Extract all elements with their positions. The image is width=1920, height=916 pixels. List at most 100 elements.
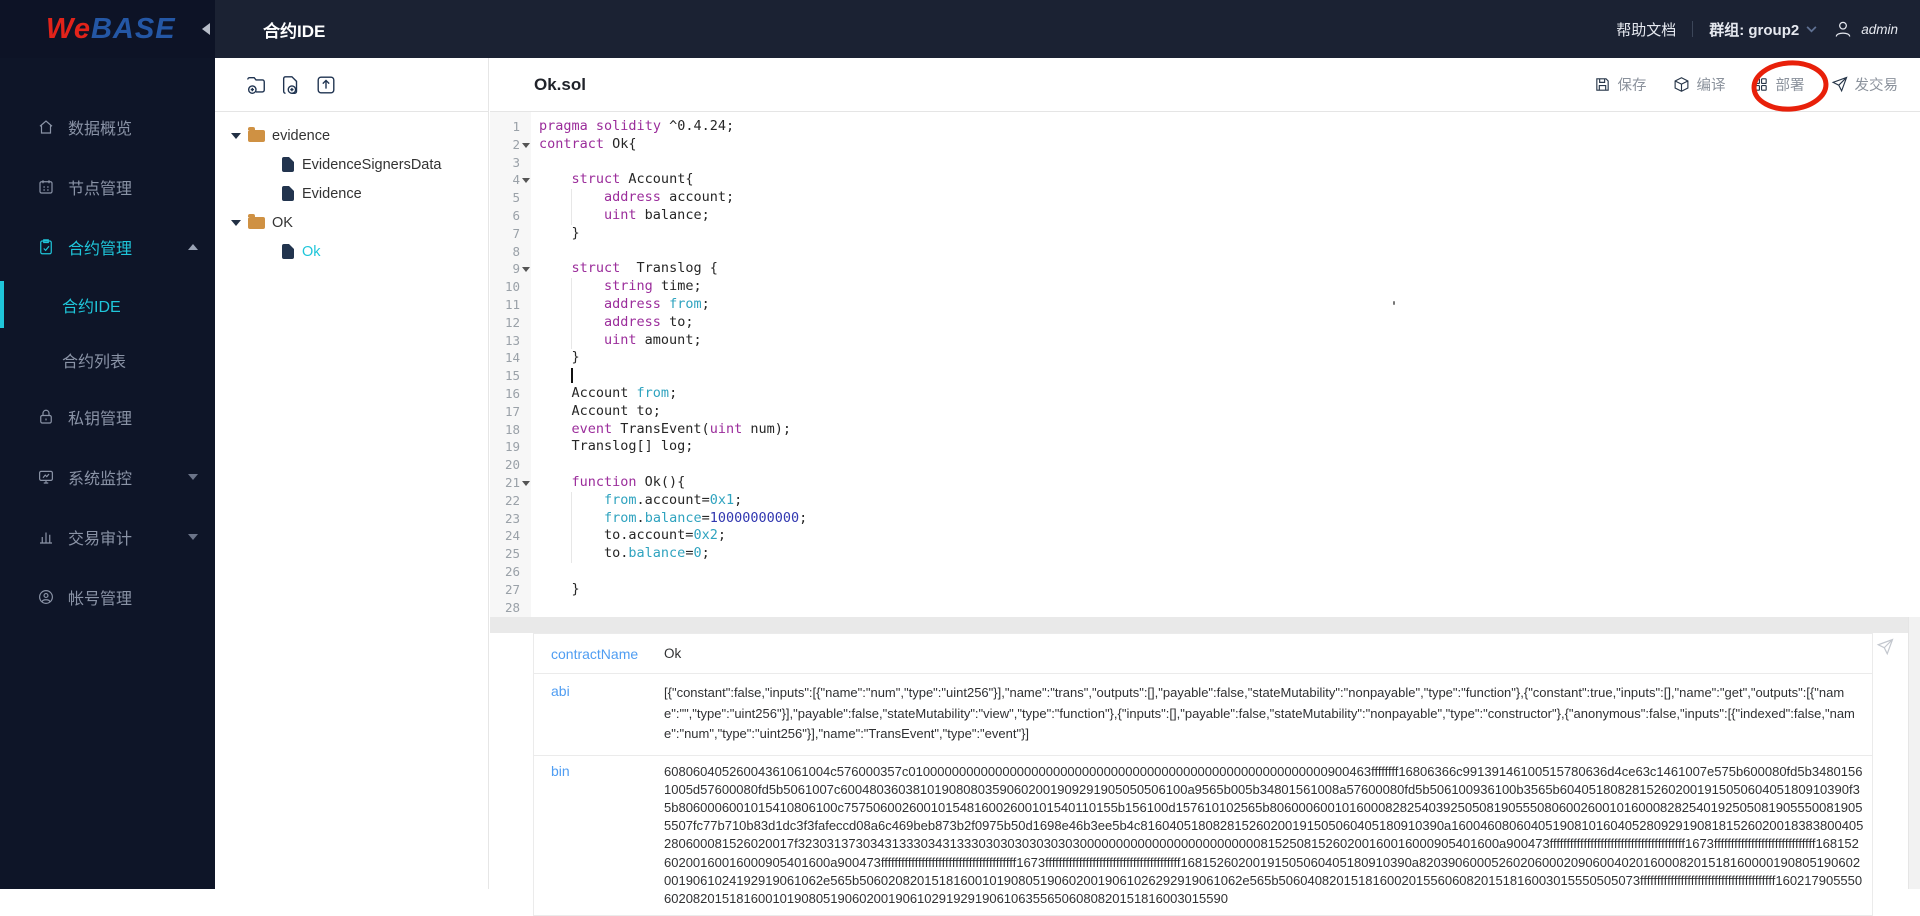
line-number: 16: [490, 385, 531, 403]
code-line-8: 8: [490, 243, 1920, 261]
fold-caret-icon[interactable]: [522, 178, 530, 183]
tree-folder-evidence[interactable]: evidence: [215, 121, 488, 150]
file-name: Ok.sol: [534, 75, 586, 95]
tree-file-Evidence[interactable]: Evidence: [215, 179, 488, 208]
line-number: 24: [490, 527, 531, 545]
code-area[interactable]: 1pragma solidity ^0.4.24;2contract Ok{34…: [490, 112, 1920, 617]
code-line-16: 16 Account from;: [490, 385, 1920, 403]
fold-caret-icon[interactable]: [522, 143, 530, 148]
code-line-13: 13 uint amount;: [490, 332, 1920, 350]
send-transaction-button[interactable]: 发交易: [1831, 74, 1899, 95]
fold-caret-icon[interactable]: [522, 267, 530, 272]
upload-button[interactable]: [315, 74, 337, 96]
webase-logo[interactable]: WeBASE: [46, 13, 176, 46]
code-line-7: 7 }: [490, 225, 1920, 243]
file-tree-panel: evidenceEvidenceSignersDataEvidenceOKOk: [215, 58, 489, 889]
sidebar-item-4[interactable]: 系统监控: [0, 447, 215, 507]
tree-folder-OK[interactable]: OK: [215, 208, 488, 237]
user-icon[interactable]: [1833, 19, 1853, 39]
logo-row: WeBASE: [0, 0, 215, 58]
sidebar-item-6[interactable]: 帐号管理: [0, 567, 215, 627]
file-icon: [282, 186, 294, 201]
save-icon: [1594, 76, 1611, 93]
tree-toolbar: [215, 58, 488, 112]
folder-icon: [248, 130, 265, 142]
sidebar-subitem-2-1[interactable]: 合约列表: [0, 332, 215, 387]
code-line-18: 18 event TransEvent(uint num);: [490, 421, 1920, 439]
code-line-6: 6 uint balance;: [490, 207, 1920, 225]
sidebar-item-3[interactable]: 私钥管理: [0, 387, 215, 447]
code-line-4: 4 struct Account{: [490, 171, 1920, 189]
line-number: 10: [490, 278, 531, 296]
deploy-icon: [1752, 76, 1769, 93]
code-line-3: 3: [490, 154, 1920, 172]
caret-down-icon: [231, 220, 241, 226]
file-icon: [282, 244, 294, 259]
code-line-28: 28: [490, 599, 1920, 617]
line-number: 23: [490, 510, 531, 528]
vertical-scrollbar-track[interactable]: [1908, 617, 1920, 889]
sidebar-menu: 数据概览节点管理合约管理合约IDE合约列表私钥管理系统监控交易审计帐号管理: [0, 58, 215, 627]
caret-down-icon: [188, 474, 198, 480]
send-icon-disabled[interactable]: [1876, 638, 1894, 656]
line-number: 19: [490, 438, 531, 456]
chevron-down-icon: [1806, 26, 1817, 33]
tree-file-Ok[interactable]: Ok: [215, 237, 488, 266]
horizontal-scrollbar-track[interactable]: [490, 617, 1908, 633]
code-line-10: 10 string time;: [490, 278, 1920, 296]
output-value: 60806040526004361061004c576000357c010000…: [664, 763, 1872, 915]
sidebar-item-2[interactable]: 合约管理: [0, 217, 215, 277]
output-key: contractName: [534, 646, 664, 662]
username: admin: [1861, 22, 1898, 37]
line-number: 5: [490, 189, 531, 207]
line-number: 7: [490, 225, 531, 243]
code-line-9: 9 struct Translog {: [490, 260, 1920, 278]
line-number: 27: [490, 581, 531, 599]
line-number: 2: [490, 136, 531, 154]
line-number: 1: [490, 118, 531, 136]
group-label: 群组: group2: [1709, 19, 1799, 40]
file-tree: evidenceEvidenceSignersDataEvidenceOKOk: [215, 112, 488, 266]
code-line-1: 1pragma solidity ^0.4.24;: [490, 118, 1920, 136]
output-key: bin: [534, 763, 664, 915]
line-number: 28: [490, 599, 531, 617]
sidebar-collapse-icon[interactable]: [202, 23, 210, 35]
group-selector[interactable]: 群组: group2: [1709, 19, 1817, 40]
send-transaction-icon: [1831, 76, 1848, 93]
sidebar-item-1[interactable]: 节点管理: [0, 157, 215, 217]
line-number: 3: [490, 154, 531, 172]
logo-we: We: [46, 13, 91, 45]
sidebar-item-0[interactable]: 数据概览: [0, 97, 215, 157]
save-button[interactable]: 保存: [1594, 74, 1647, 95]
new-file-button[interactable]: [280, 74, 302, 96]
line-number: 4: [490, 171, 531, 189]
code-line-19: 19 Translog[] log;: [490, 438, 1920, 456]
code-line-21: 21 function Ok(){: [490, 474, 1920, 492]
compile-button[interactable]: 编译: [1673, 74, 1726, 95]
tree-file-EvidenceSignersData[interactable]: EvidenceSignersData: [215, 150, 488, 179]
deploy-button[interactable]: 部署: [1752, 74, 1805, 95]
caret-down-icon: [231, 133, 241, 139]
file-icon: [282, 157, 294, 172]
code-line-11: 11 address from;: [490, 296, 1920, 314]
caret-up-icon: [188, 244, 198, 250]
sidebar-subitem-2-0[interactable]: 合约IDE: [0, 277, 215, 332]
compile-output-panel: contractNameOkabi[{"constant":false,"inp…: [490, 633, 1920, 889]
topbar-right: 帮助文档 群组: group2 admin: [1616, 19, 1920, 40]
line-number: 22: [490, 492, 531, 510]
logo-base: BASE: [91, 13, 176, 45]
new-folder-button[interactable]: [245, 74, 267, 96]
code-line-20: 20: [490, 456, 1920, 474]
sidebar-item-5[interactable]: 交易审计: [0, 507, 215, 567]
compile-icon: [1673, 76, 1690, 93]
line-number: 20: [490, 456, 531, 474]
output-row-bin: bin60806040526004361061004c576000357c010…: [534, 756, 1872, 916]
line-number: 21: [490, 474, 531, 492]
code-line-5: 5 address account;: [490, 189, 1920, 207]
line-number: 14: [490, 349, 531, 367]
fold-caret-icon[interactable]: [522, 481, 530, 486]
editor-caret: [571, 368, 573, 383]
editor-actions: 保存 编译 部署 发交易: [1594, 74, 1899, 95]
help-docs-link[interactable]: 帮助文档: [1616, 19, 1676, 40]
editor-header: Ok.sol 保存 编译 部署 发交易: [490, 58, 1920, 112]
